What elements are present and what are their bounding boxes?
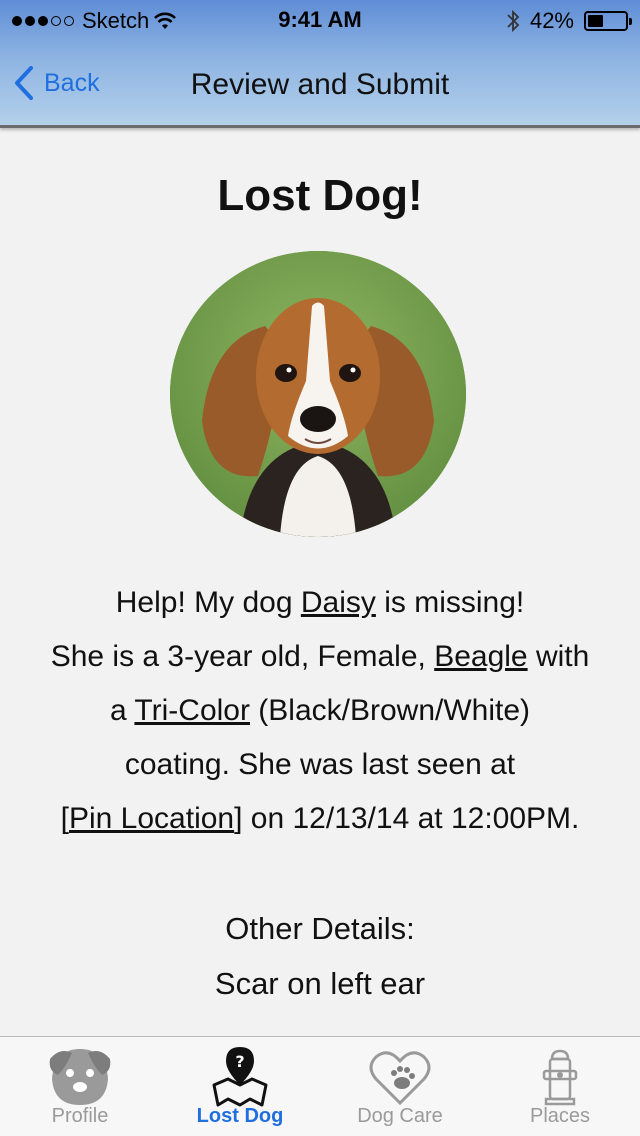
tab-label: Profile — [51, 1105, 109, 1127]
description-text: She is a 3-year old, Female, — [50, 640, 435, 673]
tab-label: Lost Dog — [196, 1105, 284, 1127]
tab-places[interactable]: Places — [480, 1037, 640, 1136]
tab-lost-dog[interactable]: ? Lost Dog — [160, 1037, 320, 1136]
other-details: Other Details: Scar on left ear — [0, 901, 640, 1011]
tab-profile[interactable]: Profile — [0, 1037, 160, 1136]
beagle-image — [170, 251, 466, 537]
tab-bar: Profile ? Lost Dog Dog Care Places — [0, 1036, 640, 1136]
tab-label: Dog Care — [357, 1105, 443, 1127]
lost-dog-map-icon: ? — [212, 1047, 268, 1107]
description-line: She is a 3-year old, Female, Beagle with — [0, 630, 640, 684]
fire-hydrant-icon — [542, 1049, 578, 1106]
lost-dog-description: Help! My dog Daisy is missing! She is a … — [0, 576, 640, 846]
description-line: coating. She was last seen at — [124, 748, 516, 781]
pin-location-link[interactable]: Pin Location — [69, 802, 234, 835]
description-line: [Pin Location] on 12/13/14 at 12:00PM. — [0, 792, 640, 846]
description-text: Help! My dog — [115, 586, 301, 619]
bluetooth-icon — [507, 9, 520, 33]
svg-text:?: ? — [235, 1052, 244, 1071]
description-text: a — [109, 694, 135, 727]
description-text: is missing! — [375, 586, 525, 619]
heart-paw-icon — [369, 1051, 431, 1106]
page-title-nav: Review and Submit — [190, 68, 450, 101]
header: Sketch 9:41 AM 42% Back Review and Submi… — [0, 0, 640, 128]
page-title: Lost Dog! — [217, 171, 423, 220]
description-text: ] on 12/13/14 at 12:00PM. — [234, 802, 580, 835]
description-text: [ — [60, 802, 69, 835]
status-right: 42% — [506, 8, 632, 34]
dog-photo — [170, 251, 466, 537]
navigation-bar: Back Review and Submit — [0, 40, 640, 128]
other-details-value: Scar on left ear — [214, 966, 426, 1001]
tab-dog-care[interactable]: Dog Care — [320, 1037, 480, 1136]
status-bar: Sketch 9:41 AM 42% — [0, 0, 640, 40]
content: Lost Dog! Help! My dog Daisy is missing!… — [0, 131, 640, 1036]
breed-link[interactable]: Beagle — [434, 640, 527, 673]
battery-icon — [584, 11, 632, 31]
tab-label: Places — [529, 1105, 591, 1127]
description-text: (Black/Brown/White) — [249, 694, 531, 727]
dog-name-link[interactable]: Daisy — [301, 586, 376, 619]
other-details-label: Other Details: — [225, 911, 415, 946]
dog-face-icon — [49, 1049, 111, 1105]
color-link[interactable]: Tri-Color — [134, 694, 250, 727]
description-line: Help! My dog Daisy is missing! — [0, 576, 640, 630]
battery-percent: 42% — [529, 8, 574, 33]
description-text: with — [527, 640, 590, 673]
description-line: a Tri-Color (Black/Brown/White) — [0, 684, 640, 738]
